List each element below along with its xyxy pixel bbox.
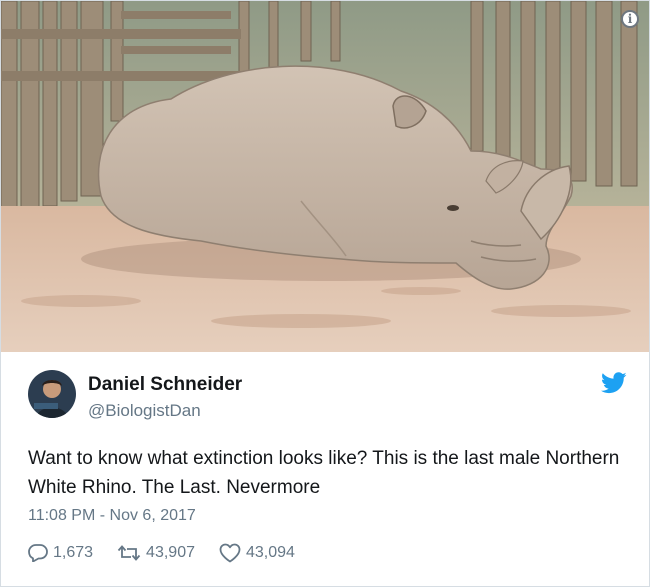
tweet-timestamp[interactable]: 11:08 PM - Nov 6, 2017 (28, 507, 196, 525)
rhino-photo (1, 1, 649, 352)
retweet-button[interactable]: 43,907 (117, 544, 195, 562)
retweet-count: 43,907 (146, 544, 195, 561)
avatar-image (28, 370, 76, 418)
like-count: 43,094 (245, 544, 295, 561)
author-name[interactable]: Daniel Schneider (88, 374, 242, 396)
retweet-icon (117, 545, 141, 561)
tweet-photo[interactable]: i (1, 1, 649, 352)
avatar[interactable] (28, 370, 76, 418)
like-icon (219, 543, 241, 563)
reply-icon (28, 544, 48, 562)
reply-count: 1,673 (53, 544, 94, 561)
reply-button[interactable]: 1,673 (28, 544, 93, 562)
twitter-bird-icon[interactable] (601, 372, 627, 394)
tweet-card: i Daniel Schneider @BiologistDan Want to… (0, 0, 650, 587)
like-button[interactable]: 43,094 (219, 543, 295, 563)
tweet-text: Want to know what extinction looks like?… (28, 448, 620, 498)
author-handle[interactable]: @BiologistDan (88, 401, 201, 421)
info-icon[interactable]: i (621, 10, 639, 28)
tweet-actions: 1,673 43,907 43,094 (28, 540, 319, 566)
